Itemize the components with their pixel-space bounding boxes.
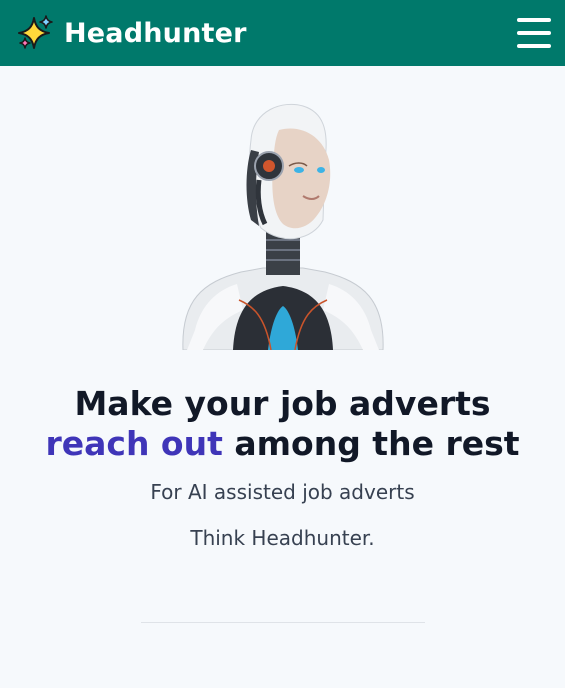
sparkles-icon: [18, 15, 54, 51]
hamburger-menu-button[interactable]: [517, 18, 551, 48]
headline-accent: reach out: [45, 424, 223, 463]
section-divider: [140, 622, 425, 623]
hero-section: Make your job adverts reach out among th…: [0, 100, 565, 623]
top-navbar: Headhunter: [0, 0, 565, 66]
brand-link[interactable]: Headhunter: [18, 15, 247, 51]
headline-line1: Make your job adverts: [74, 384, 491, 423]
brand-name: Headhunter: [64, 17, 247, 49]
hamburger-menu-icon: [517, 18, 551, 22]
hero-subtitle: For AI assisted job adverts: [150, 480, 415, 504]
headline-rest: among the rest: [222, 424, 520, 463]
robot-image: [181, 103, 384, 350]
hero-headline: Make your job adverts reach out among th…: [0, 384, 565, 464]
hero-tagline: Think Headhunter.: [190, 526, 375, 550]
